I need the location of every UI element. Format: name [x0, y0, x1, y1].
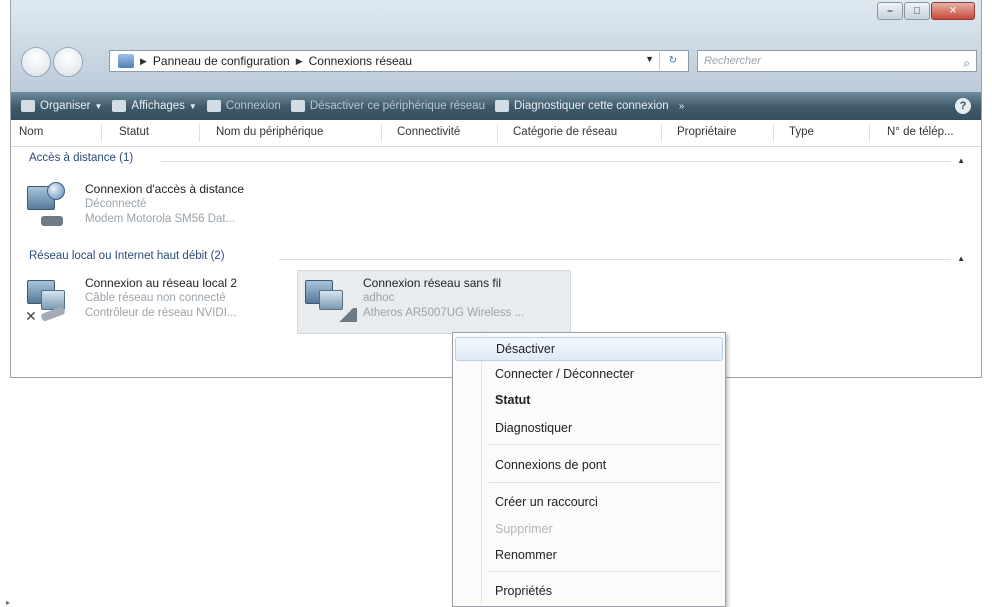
chevron-down-icon: ▼: [94, 101, 103, 111]
connection-name: Connexion réseau sans fil: [363, 276, 502, 290]
dialup-connection-icon: [25, 182, 77, 228]
views-button[interactable]: Affichages ▼: [112, 100, 197, 112]
title-bar: – □ ✕ ▶ Panneau de configuration ▶ Conne…: [11, 0, 981, 92]
collapse-icon[interactable]: ▲: [957, 156, 965, 165]
menu-item-diagnose[interactable]: Diagnostiquer: [455, 416, 723, 440]
connection-device: Atheros AR5007UG Wireless ...: [363, 307, 525, 319]
connect-icon: [206, 100, 221, 112]
connect-label: Connexion: [225, 100, 281, 112]
group-header-remote-access[interactable]: Accès à distance (1): [29, 152, 133, 164]
views-label: Affichages: [131, 100, 185, 112]
breadcrumb-network-connections[interactable]: Connexions réseau: [309, 54, 412, 68]
menu-item-delete: Supprimer: [495, 522, 553, 536]
column-connectivity[interactable]: Connectivité: [397, 126, 460, 138]
diagnose-button[interactable]: Diagnostiquer cette connexion: [494, 100, 669, 112]
help-icon[interactable]: ?: [955, 98, 971, 114]
group-divider: [279, 259, 951, 260]
menu-separator: [489, 444, 719, 445]
close-icon: ✕: [948, 5, 958, 17]
column-name[interactable]: Nom: [19, 126, 43, 138]
breadcrumb-arrow-icon: ▶: [140, 55, 147, 66]
organize-icon: [21, 100, 35, 112]
column-device[interactable]: Nom du périphérique: [216, 126, 323, 138]
control-panel-icon: [118, 54, 134, 68]
diagnose-icon: [494, 100, 509, 112]
connection-device: Contrôleur de réseau NVIDI...: [85, 307, 237, 319]
list-item[interactable]: ✕ Connexion au réseau local 2 Câble rése…: [25, 276, 295, 326]
connection-name: Connexion d'accès à distance: [85, 182, 245, 196]
wireless-connection-icon: [303, 276, 357, 322]
column-separator[interactable]: [773, 124, 774, 142]
address-bar[interactable]: ▶ Panneau de configuration ▶ Connexions …: [109, 50, 689, 72]
connection-status: Déconnecté: [85, 198, 147, 210]
breadcrumb-arrow-icon: ▶: [295, 55, 303, 66]
globe-icon: [47, 182, 65, 200]
mouse-cursor-mark: ▸: [6, 598, 11, 607]
modem-icon: [41, 216, 63, 226]
column-separator[interactable]: [101, 124, 102, 142]
connection-status: adhoc: [363, 292, 395, 304]
menu-item-rename[interactable]: Renommer: [455, 543, 723, 567]
minimize-button[interactable]: –: [877, 2, 903, 20]
lan-connection-icon: ✕: [25, 276, 77, 324]
close-button[interactable]: ✕: [931, 2, 975, 20]
maximize-icon: □: [913, 5, 921, 17]
more-commands-icon[interactable]: »: [679, 101, 685, 112]
views-icon: [112, 100, 127, 112]
disable-device-label: Désactiver ce périphérique réseau: [309, 100, 485, 112]
collapse-icon[interactable]: ▲: [957, 254, 965, 263]
connection-name: Connexion au réseau local 2: [85, 276, 238, 290]
disconnected-x-icon: ✕: [25, 308, 37, 324]
address-dropdown-icon[interactable]: ▼: [645, 54, 654, 64]
column-type[interactable]: Type: [789, 126, 814, 138]
refresh-icon[interactable]: ↻: [659, 52, 686, 70]
menu-separator: [489, 571, 719, 572]
menu-item-bridge[interactable]: Connexions de pont: [455, 453, 723, 477]
menu-item-disable[interactable]: Désactiver: [455, 337, 723, 361]
connection-status: Câble réseau non connecté: [85, 292, 226, 304]
connection-device: Modem Motorola SM56 Dat...: [85, 213, 236, 225]
computer-icon: [319, 290, 343, 310]
column-separator[interactable]: [199, 124, 200, 142]
column-status[interactable]: Statut: [119, 126, 149, 138]
column-header: Nom Statut Nom du périphérique Connectiv…: [11, 120, 981, 147]
disable-icon: [290, 100, 305, 112]
command-bar: Organiser ▼ Affichages ▼ Connexion Désac…: [11, 92, 981, 120]
column-separator[interactable]: [869, 124, 870, 142]
connect-button[interactable]: Connexion: [206, 100, 281, 112]
diagnose-label: Diagnostiquer cette connexion: [513, 100, 669, 112]
search-icon[interactable]: ⌕: [963, 53, 970, 73]
organize-button[interactable]: Organiser ▼: [21, 100, 102, 112]
minimize-icon: –: [887, 5, 893, 17]
column-phone[interactable]: N° de télép...: [887, 126, 954, 138]
back-button[interactable]: [21, 47, 51, 77]
chevron-down-icon: ▼: [188, 101, 197, 111]
group-divider: [161, 161, 951, 162]
menu-item-status[interactable]: Statut: [455, 388, 723, 412]
column-network-category[interactable]: Catégorie de réseau: [513, 126, 617, 138]
disable-device-button[interactable]: Désactiver ce périphérique réseau: [290, 100, 485, 112]
column-separator[interactable]: [661, 124, 662, 142]
menu-item-connect[interactable]: Connecter / Déconnecter: [455, 362, 723, 386]
column-separator[interactable]: [381, 124, 382, 142]
menu-item-properties[interactable]: Propriétés: [455, 579, 723, 603]
signal-strength-icon: [335, 308, 357, 322]
explorer-window: – □ ✕ ▶ Panneau de configuration ▶ Conne…: [10, 0, 982, 378]
column-separator[interactable]: [497, 124, 498, 142]
organize-label: Organiser: [40, 100, 91, 112]
column-owner[interactable]: Propriétaire: [677, 126, 736, 138]
search-placeholder: Rechercher: [704, 55, 761, 67]
window-controls: – □ ✕: [876, 2, 975, 22]
menu-item-shortcut[interactable]: Créer un raccourci: [455, 490, 723, 514]
search-input[interactable]: Rechercher ⌕: [697, 50, 977, 72]
list-item-selected[interactable]: Connexion réseau sans fil adhoc Atheros …: [297, 270, 573, 334]
context-menu: Désactiver Connecter / Déconnecter Statu…: [452, 332, 726, 607]
breadcrumb-control-panel[interactable]: Panneau de configuration: [153, 54, 290, 68]
list-item[interactable]: Connexion d'accès à distance Déconnecté …: [25, 182, 325, 232]
menu-separator: [489, 482, 719, 483]
group-header-lan[interactable]: Réseau local ou Internet haut débit (2): [29, 250, 225, 262]
maximize-button[interactable]: □: [904, 2, 930, 20]
forward-button[interactable]: [53, 47, 83, 77]
